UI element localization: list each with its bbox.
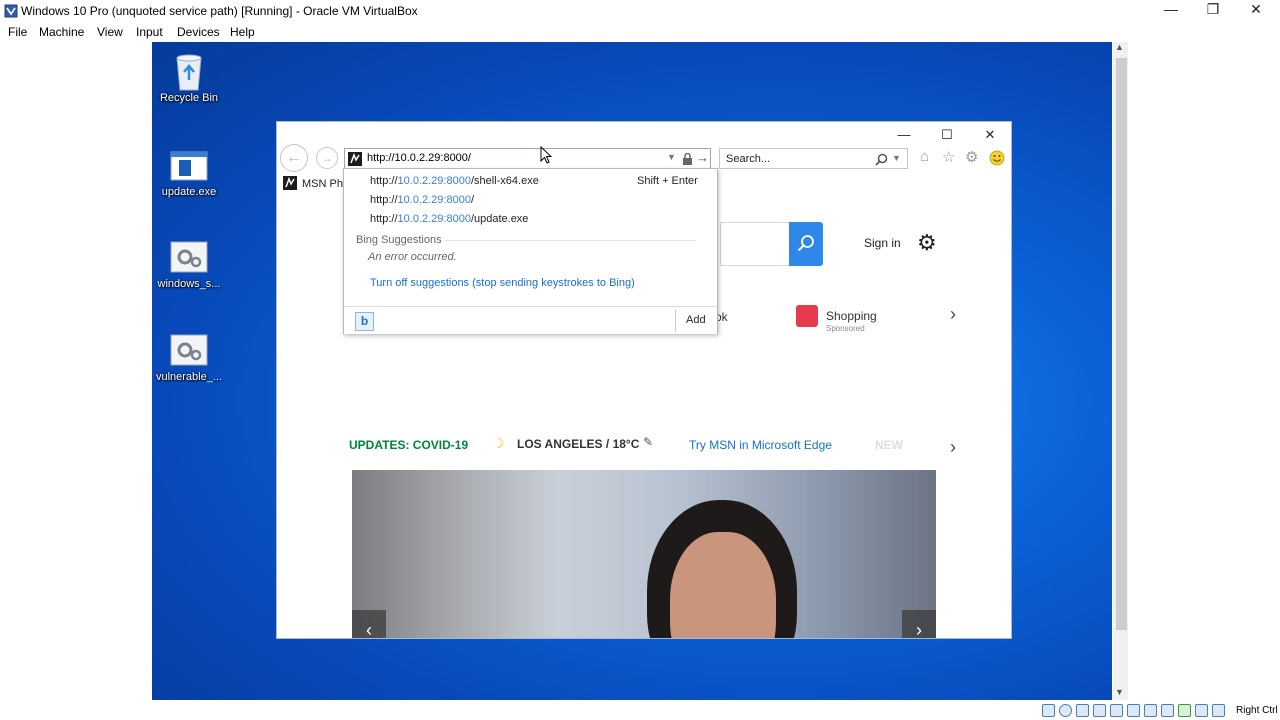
search-dropdown-icon[interactable]: ▼ bbox=[892, 153, 901, 163]
scroll-down-icon[interactable]: ▼ bbox=[1115, 687, 1124, 697]
keyboard-icon[interactable] bbox=[1212, 704, 1225, 717]
hard-disk-icon[interactable] bbox=[1042, 704, 1055, 717]
smiley-feedback-icon[interactable] bbox=[989, 150, 1005, 166]
tab-title: MSN Phi bbox=[302, 178, 346, 190]
msn-search-input[interactable] bbox=[720, 222, 790, 266]
menu-machine[interactable]: Machine bbox=[39, 25, 84, 39]
address-dropdown-icon[interactable]: ▼ bbox=[667, 152, 676, 162]
forward-arrow-icon: → bbox=[321, 151, 333, 165]
gear-file-icon bbox=[170, 241, 208, 273]
search-input[interactable]: Search... bbox=[726, 153, 770, 165]
bing-logo-icon[interactable]: b bbox=[355, 312, 374, 331]
try-edge-link[interactable]: Try MSN in Microsoft Edge bbox=[689, 438, 832, 452]
display-icon[interactable] bbox=[1144, 704, 1157, 717]
sign-in-link[interactable]: Sign in bbox=[864, 236, 901, 250]
desktop-icon-update-exe[interactable]: update.exe bbox=[152, 146, 229, 198]
tab-msn[interactable]: MSN Phi bbox=[280, 174, 346, 194]
hero-news-image[interactable]: ‹ › bbox=[352, 470, 936, 638]
msn-favicon-icon bbox=[348, 152, 362, 166]
chevron-right-icon[interactable]: › bbox=[950, 304, 956, 325]
news-link-faded[interactable]: NEW bbox=[875, 438, 903, 452]
error-message: An error occurred. bbox=[368, 251, 457, 263]
desktop-icon-windows-service[interactable]: windows_s... bbox=[152, 238, 229, 290]
ie-maximize-button[interactable]: ☐ bbox=[932, 127, 962, 143]
search-box[interactable]: Search... ▼ bbox=[719, 148, 908, 169]
recycle-bin-icon bbox=[176, 54, 202, 91]
hero-prev-button[interactable]: ‹ bbox=[352, 610, 386, 638]
close-button[interactable]: ✕ bbox=[1241, 1, 1271, 18]
msn-settings-gear-icon[interactable]: ⚙ bbox=[917, 230, 937, 256]
desktop-icon-vulnerable[interactable]: vulnerable_... bbox=[152, 331, 229, 383]
video-capture-icon[interactable] bbox=[1161, 704, 1174, 717]
menu-help[interactable]: Help bbox=[230, 25, 255, 39]
scrollbar-thumb[interactable] bbox=[1116, 58, 1127, 630]
favorites-star-icon[interactable]: ☆ bbox=[942, 148, 955, 166]
menu-view[interactable]: View bbox=[97, 25, 123, 39]
quicklink-shopping[interactable]: Shopping bbox=[826, 309, 877, 323]
suggestion-item[interactable]: http://10.0.2.29:8000/shell-x64.exe bbox=[370, 175, 539, 187]
search-icon bbox=[797, 235, 814, 252]
home-icon[interactable]: ⌂ bbox=[920, 148, 929, 165]
address-bar[interactable]: http://10.0.2.29:8000/ ▼ → bbox=[344, 148, 711, 169]
search-provider-footer: b Add bbox=[344, 306, 717, 334]
minimize-button[interactable]: — bbox=[1156, 1, 1186, 17]
back-button[interactable]: ← bbox=[280, 144, 308, 172]
forward-button[interactable]: → bbox=[316, 147, 338, 169]
mouse-cursor-icon bbox=[540, 146, 553, 164]
audio-icon[interactable] bbox=[1076, 704, 1089, 717]
hero-next-button[interactable]: › bbox=[902, 610, 936, 638]
suggestion-item[interactable]: http://10.0.2.29:8000/update.exe bbox=[370, 213, 528, 225]
mouse-integration-icon[interactable] bbox=[1195, 704, 1208, 717]
msn-search-button[interactable] bbox=[789, 222, 823, 266]
covid-updates-link[interactable]: UPDATES: COVID-19 bbox=[349, 438, 468, 452]
msn-favicon-icon bbox=[283, 176, 297, 190]
exe-window-icon bbox=[170, 151, 208, 181]
address-autocomplete-dropdown: http://10.0.2.29:8000/shell-x64.exe Shif… bbox=[343, 168, 718, 334]
shortcut-hint: Shift + Enter bbox=[637, 175, 698, 187]
settings-gear-icon[interactable]: ⚙ bbox=[965, 148, 978, 166]
address-input[interactable]: http://10.0.2.29:8000/ bbox=[367, 152, 471, 164]
vbox-titlebar: Windows 10 Pro (unquoted service path) [… bbox=[0, 0, 1280, 22]
menu-file[interactable]: File bbox=[8, 25, 27, 39]
desktop-icon-label: windows_s... bbox=[157, 278, 221, 290]
window-title: Windows 10 Pro (unquoted service path) [… bbox=[21, 4, 418, 18]
scroll-up-icon[interactable]: ▲ bbox=[1115, 42, 1124, 52]
restore-button[interactable]: ❐ bbox=[1198, 1, 1228, 18]
ie-minimize-button[interactable]: — bbox=[889, 127, 919, 142]
add-search-provider-button[interactable]: Add bbox=[686, 314, 706, 326]
menu-bar: File Machine View Input Devices Help bbox=[0, 22, 1280, 42]
turn-off-suggestions-link[interactable]: Turn off suggestions (stop sending keyst… bbox=[370, 277, 635, 289]
usb-icon[interactable] bbox=[1110, 704, 1123, 717]
desktop-icon-label: vulnerable_... bbox=[155, 371, 223, 383]
lock-icon bbox=[683, 153, 692, 165]
search-icon[interactable] bbox=[875, 153, 888, 166]
bing-suggestions-heading: Bing Suggestions bbox=[356, 234, 442, 246]
ie-close-button[interactable]: ✕ bbox=[975, 127, 1005, 143]
shopping-bag-icon[interactable] bbox=[796, 305, 818, 327]
weather-location[interactable]: LOS ANGELES / 18°C bbox=[517, 437, 639, 451]
network-icon[interactable] bbox=[1093, 704, 1106, 717]
gear-file-icon bbox=[170, 334, 208, 366]
chevron-right-icon[interactable]: › bbox=[950, 437, 956, 458]
divider bbox=[675, 310, 676, 332]
menu-devices[interactable]: Devices bbox=[177, 25, 220, 39]
host-key-label: Right Ctrl bbox=[1236, 705, 1278, 716]
desktop-icon-label: update.exe bbox=[161, 186, 217, 198]
shared-folders-icon[interactable] bbox=[1127, 704, 1140, 717]
sponsored-label: Sponsored bbox=[826, 324, 865, 333]
cpu-icon[interactable] bbox=[1178, 704, 1191, 717]
virtualbox-logo-icon bbox=[4, 4, 18, 18]
moon-weather-icon: ☽ bbox=[492, 435, 505, 451]
edit-pencil-icon[interactable]: ✎ bbox=[643, 435, 653, 449]
desktop-icon-label: Recycle Bin bbox=[159, 92, 219, 104]
divider bbox=[444, 240, 696, 241]
menu-input[interactable]: Input bbox=[136, 25, 163, 39]
optical-drive-icon[interactable] bbox=[1059, 704, 1072, 717]
desktop-icon-recycle-bin[interactable]: Recycle Bin bbox=[152, 50, 229, 104]
go-arrow-icon[interactable]: → bbox=[696, 150, 709, 165]
back-arrow-icon: ← bbox=[286, 149, 302, 166]
suggestion-item[interactable]: http://10.0.2.29:8000/ bbox=[370, 194, 474, 206]
